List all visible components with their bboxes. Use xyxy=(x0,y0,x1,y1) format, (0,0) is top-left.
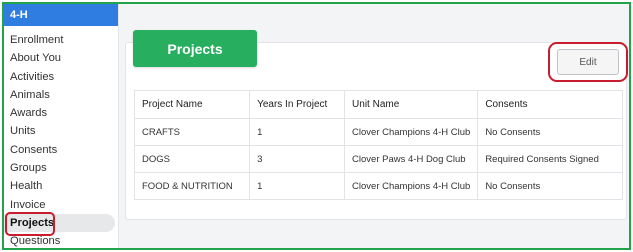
column-header-consents: Consents xyxy=(477,90,623,119)
table-row[interactable]: DOGS 3 Clover Paws 4-H Dog Club Required… xyxy=(133,145,623,173)
column-header-project-name: Project Name xyxy=(133,90,251,119)
cell-project-name: CRAFTS xyxy=(133,118,251,146)
cell-project-name: DOGS xyxy=(133,145,251,173)
sidebar-item-consents[interactable]: Consents xyxy=(4,141,118,159)
sidebar-item-questions[interactable]: Questions xyxy=(4,232,118,248)
sidebar-item-about-you[interactable]: About You xyxy=(4,49,118,67)
cell-unit-name: Clover Champions 4-H Club xyxy=(344,172,479,200)
sidebar-item-awards[interactable]: Awards xyxy=(4,104,118,122)
sidebar-list: Enrollment About You Activities Animals … xyxy=(4,26,118,248)
cell-years: 3 xyxy=(249,145,346,173)
sidebar-header: 4-H xyxy=(4,4,118,26)
table-row[interactable]: FOOD & NUTRITION 1 Clover Champions 4-H … xyxy=(133,172,623,200)
cell-consents: No Consents xyxy=(477,118,623,146)
sidebar-item-enrollment[interactable]: Enrollment xyxy=(4,31,118,49)
projects-tab-title: Projects xyxy=(133,30,257,67)
edit-button[interactable]: Edit xyxy=(557,49,619,75)
sidebar: 4-H Enrollment About You Activities Anim… xyxy=(4,4,119,248)
sidebar-item-groups[interactable]: Groups xyxy=(4,159,118,177)
cell-project-name: FOOD & NUTRITION xyxy=(133,172,251,200)
column-header-unit-name: Unit Name xyxy=(344,90,479,119)
column-header-years: Years In Project xyxy=(249,90,346,119)
sidebar-item-animals[interactable]: Animals xyxy=(4,86,118,104)
cell-consents: No Consents xyxy=(477,172,623,200)
sidebar-item-units[interactable]: Units xyxy=(4,122,118,140)
app-frame: 4-H Enrollment About You Activities Anim… xyxy=(2,2,631,250)
cell-years: 1 xyxy=(249,118,346,146)
table-header-row: Project Name Years In Project Unit Name … xyxy=(133,90,623,119)
sidebar-item-health[interactable]: Health xyxy=(4,177,118,195)
sidebar-item-activities[interactable]: Activities xyxy=(4,68,118,86)
cell-consents: Required Consents Signed xyxy=(477,145,623,173)
sidebar-item-projects[interactable]: Projects xyxy=(4,211,115,237)
cell-unit-name: Clover Champions 4-H Club xyxy=(344,118,479,146)
cell-unit-name: Clover Paws 4-H Dog Club xyxy=(344,145,479,173)
projects-table: Project Name Years In Project Unit Name … xyxy=(133,90,623,200)
table-row[interactable]: CRAFTS 1 Clover Champions 4-H Club No Co… xyxy=(133,118,623,146)
cell-years: 1 xyxy=(249,172,346,200)
